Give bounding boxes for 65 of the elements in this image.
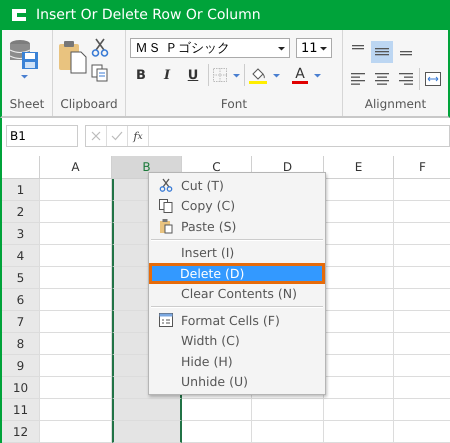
row-header[interactable]: 4 [2, 245, 40, 267]
caret-icon [233, 72, 240, 78]
row-header[interactable]: 2 [2, 201, 40, 223]
column-header[interactable]: E [324, 156, 394, 179]
menu-item[interactable]: Insert (I) [151, 242, 323, 263]
underline-button[interactable]: U [182, 64, 204, 86]
bold-button[interactable]: B [130, 64, 152, 86]
fill-color-button[interactable] [249, 66, 280, 84]
copy-icon [91, 64, 109, 82]
caret-icon [314, 72, 321, 78]
menu-item[interactable]: Unhide (U) [151, 372, 323, 392]
font-name-dropdown[interactable]: ＭＳ Ｐゴシック [130, 38, 290, 58]
table-cell[interactable] [112, 421, 182, 443]
menu-item[interactable]: Clear Contents (N) [151, 284, 323, 304]
align-right-icon [397, 71, 415, 87]
align-center-icon [373, 71, 391, 87]
row-header[interactable]: 11 [2, 399, 40, 421]
table-cell[interactable] [112, 399, 182, 421]
font-color-button[interactable]: A [292, 66, 321, 84]
borders-icon [213, 68, 227, 82]
row-header[interactable]: 3 [2, 223, 40, 245]
row-header[interactable]: 12 [2, 421, 40, 443]
menu-item[interactable]: Copy (C) [151, 196, 323, 216]
caret-icon [278, 46, 285, 50]
merge-cells-icon [425, 71, 441, 87]
caret-icon [320, 46, 327, 50]
row-header[interactable]: 6 [2, 289, 40, 311]
row-header[interactable]: 9 [2, 355, 40, 377]
menu-item[interactable]: Width (C) [151, 330, 323, 351]
row-header[interactable]: 8 [2, 333, 40, 355]
group-label: Sheet [8, 96, 46, 113]
paint-bucket-icon [249, 66, 267, 84]
cell-reference-field[interactable]: B1 [6, 125, 78, 147]
select-all-corner[interactable] [2, 156, 40, 179]
group-label: Font [220, 96, 248, 113]
menu-item[interactable]: Paste (S) [151, 216, 323, 236]
caret-icon [273, 72, 280, 78]
italic-button[interactable]: I [156, 64, 178, 86]
row-header[interactable]: 10 [2, 377, 40, 399]
group-label: Clipboard [59, 96, 119, 113]
caret-icon [20, 74, 28, 79]
menu-item[interactable]: Format Cells (F) [151, 310, 323, 330]
paste-button[interactable] [57, 38, 87, 74]
align-lines-icon [373, 46, 391, 58]
font-size-dropdown[interactable]: 11 [296, 38, 332, 58]
format-cells-icon [159, 313, 173, 328]
menu-item[interactable]: Hide (H) [151, 351, 323, 372]
row-header[interactable]: 5 [2, 267, 40, 289]
database-save-icon [9, 38, 39, 70]
borders-button[interactable] [213, 68, 240, 82]
row-header[interactable]: 1 [2, 179, 40, 201]
column-header[interactable]: A [40, 156, 112, 179]
paste-icon [57, 38, 87, 74]
group-label: Alignment [364, 96, 428, 113]
row-header[interactable]: 7 [2, 311, 40, 333]
copy-button[interactable] [91, 64, 109, 82]
align-left-icon [349, 71, 367, 87]
window-title: Insert Or Delete Row Or Column [36, 7, 261, 23]
scissors-icon [91, 38, 109, 58]
vertical-align-button[interactable] [371, 41, 393, 63]
paste-icon [159, 218, 173, 234]
cut-button[interactable] [91, 38, 109, 58]
copy-icon [159, 198, 173, 213]
scissors-icon [159, 178, 173, 192]
app-logo-icon [10, 7, 28, 23]
